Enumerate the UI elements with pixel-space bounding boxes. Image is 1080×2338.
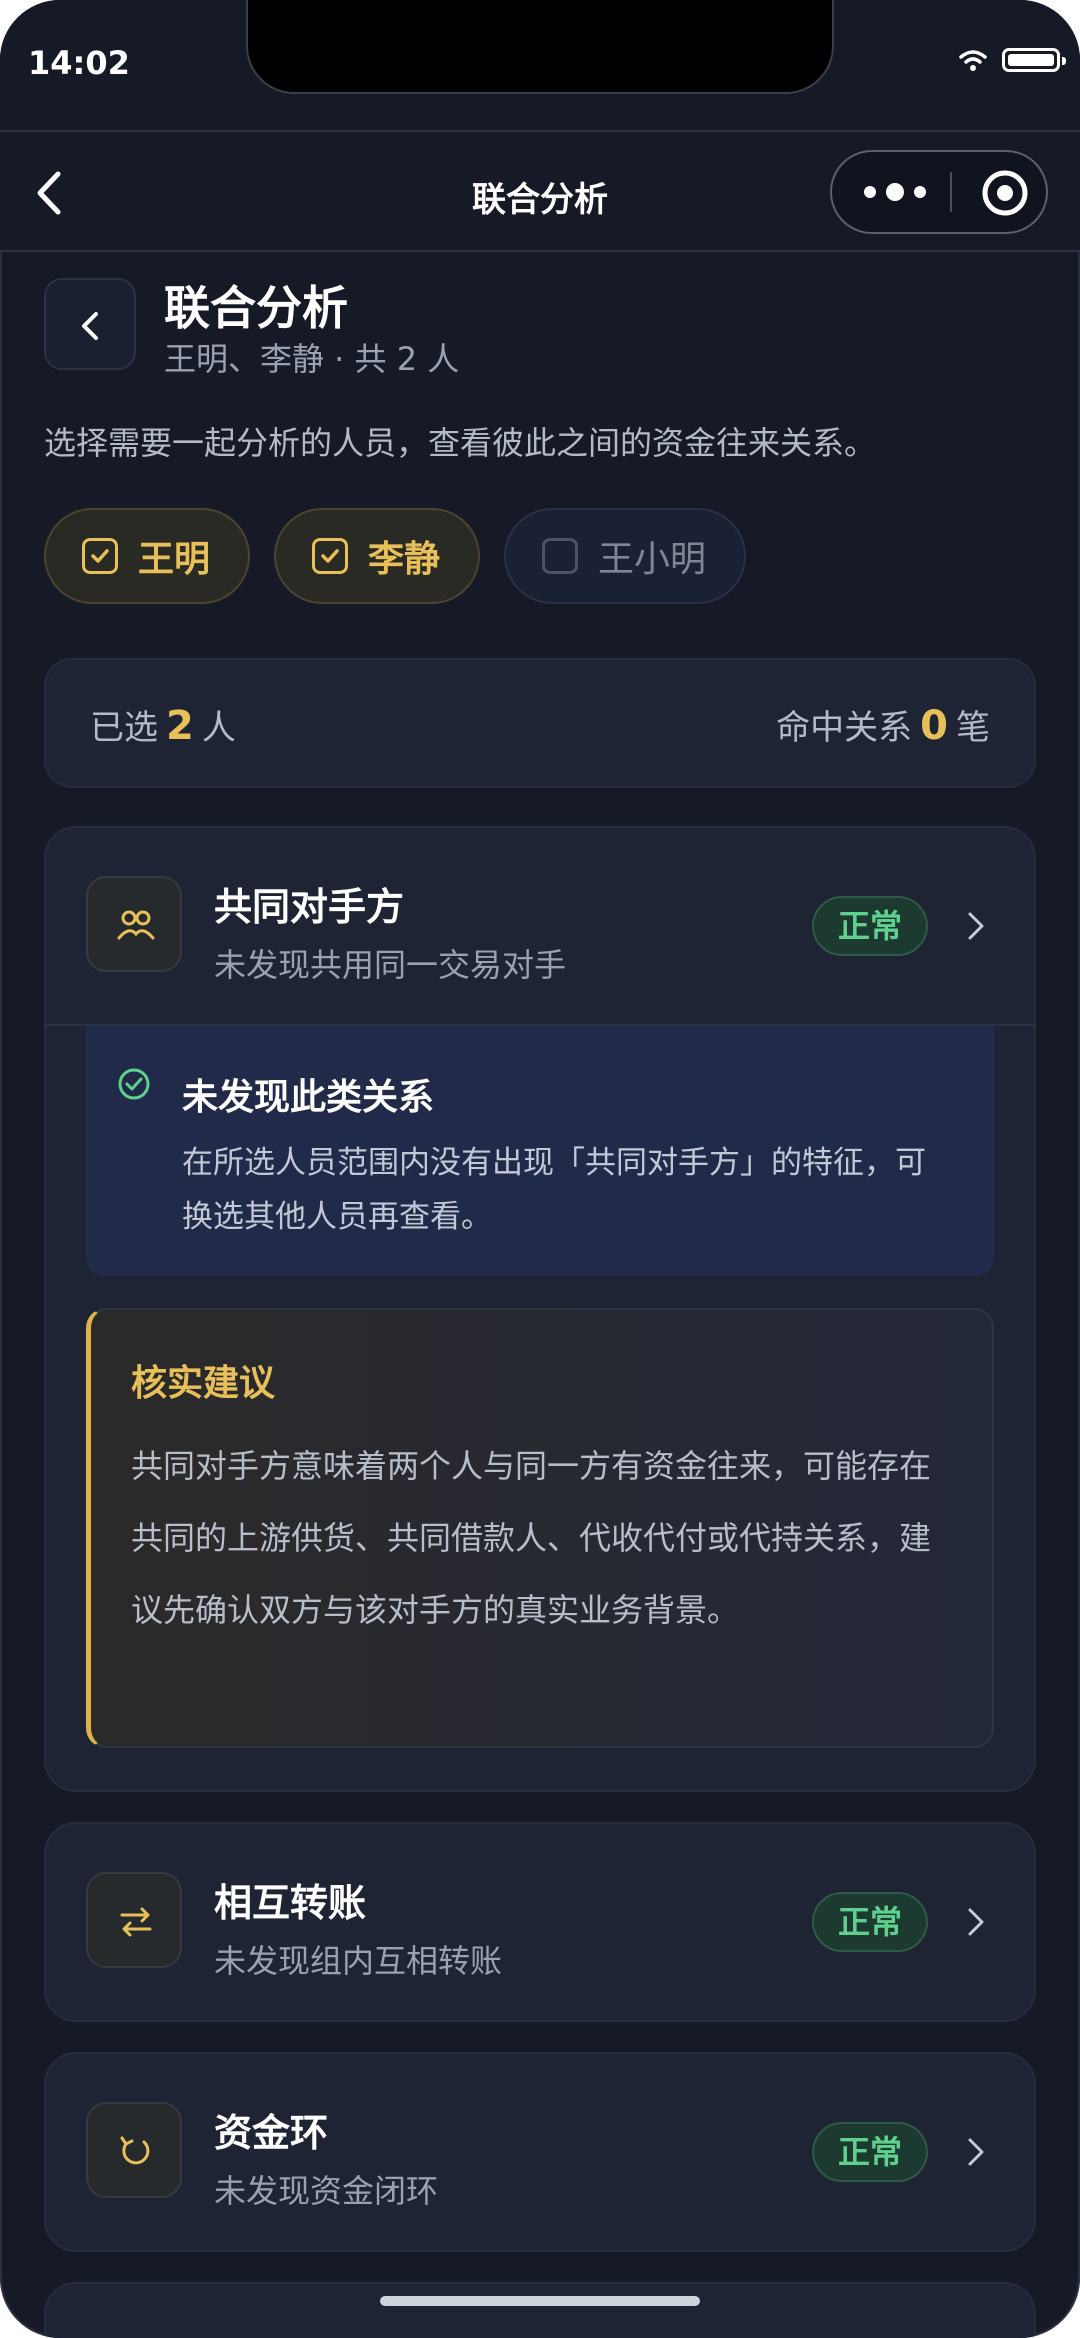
page-title: 联合分析	[164, 281, 348, 335]
analysis-card-partial[interactable]	[44, 2282, 1036, 2338]
close-miniprogram-icon[interactable]	[980, 168, 1030, 218]
card-title: 相互转账	[214, 1881, 367, 1925]
chevron-right-icon	[968, 2138, 984, 2166]
cycle-icon	[86, 2102, 182, 2198]
status-icons	[958, 48, 1066, 72]
card-subtitle: 未发现资金闭环	[214, 2172, 439, 2210]
transfer-icon	[86, 1872, 182, 1968]
page-description: 选择需要一起分析的人员，查看彼此之间的资金往来关系。	[44, 424, 877, 462]
advice-title: 核实建议	[131, 1363, 276, 1404]
analysis-card-mutual-transfer[interactable]: 相互转账 未发现组内互相转账 正常	[44, 1822, 1036, 2022]
check-circle-icon	[118, 1068, 150, 1100]
more-icon[interactable]	[860, 177, 930, 207]
people-icon	[86, 876, 182, 972]
mini-program-capsule	[830, 150, 1048, 234]
status-badge: 正常	[812, 2122, 928, 2182]
status-bar: 14:02	[0, 0, 1080, 130]
person-chip-label: 王明	[138, 539, 211, 580]
capsule-divider	[950, 172, 952, 212]
checkbox-checked-icon	[312, 538, 349, 574]
selected-count: 2	[166, 703, 194, 749]
hit-count: 0	[920, 703, 948, 749]
person-chip-list: 王明 李静 王小明	[44, 508, 747, 604]
verification-advice: 核实建议 共同对手方意味着两个人与同一方有资金往来，可能存在共同的上游供货、共同…	[86, 1308, 994, 1748]
chevron-right-icon	[968, 912, 984, 940]
person-chip[interactable]: 李静	[274, 508, 481, 604]
phone-screen: 14:02 联合分析 联合分析 王明、李静 · 共 2 人 选择需要一起分析的人…	[0, 0, 1080, 2338]
chevron-left-icon	[82, 312, 98, 340]
card-header[interactable]: 共同对手方 未发现共用同一交易对手 正常	[46, 828, 1034, 1024]
advice-text: 共同对手方意味着两个人与同一方有资金往来，可能存在共同的上游供货、共同借款人、代…	[131, 1447, 932, 1629]
hit-unit: 笔	[956, 708, 990, 748]
card-title: 共同对手方	[214, 885, 405, 929]
wifi-icon	[959, 50, 987, 71]
no-relation-text: 在所选人员范围内没有出现「共同对手方」的特征，可换选其他人员再查看。	[182, 1145, 926, 1235]
selection-summary: 已选 2 人 命中关系 0 笔	[44, 658, 1036, 788]
no-relation-title: 未发现此类关系	[182, 1077, 435, 1118]
page-subtitle: 王明、李静 · 共 2 人	[164, 340, 460, 378]
card-header[interactable]: 资金环 未发现资金闭环 正常	[46, 2054, 1034, 2250]
no-relation-notice: 未发现此类关系 在所选人员范围内没有出现「共同对手方」的特征，可换选其他人员再查…	[86, 1026, 994, 1276]
nav-bar: 联合分析	[0, 130, 1080, 252]
hit-count-text: 命中关系 0 笔	[776, 700, 990, 749]
card-header[interactable]: 相互转账 未发现组内互相转账 正常	[46, 1824, 1034, 2020]
notch	[248, 0, 832, 92]
chevron-right-icon	[968, 1908, 984, 1936]
battery-icon	[1002, 48, 1066, 72]
status-badge: 正常	[812, 896, 928, 956]
person-chip-label: 王小明	[598, 539, 707, 580]
status-badge: 正常	[812, 1892, 928, 1952]
selected-count-text: 已选 2 人	[90, 700, 236, 749]
checkbox-checked-icon	[82, 538, 118, 574]
card-subtitle: 未发现共用同一交易对手	[214, 946, 567, 984]
analysis-card-fund-cycle[interactable]: 资金环 未发现资金闭环 正常	[44, 2052, 1036, 2252]
hit-label: 命中关系	[776, 708, 913, 748]
card-title: 资金环	[214, 2111, 329, 2155]
page-back-button[interactable]	[44, 278, 136, 370]
person-chip-label: 李静	[368, 539, 441, 580]
selected-unit: 人	[201, 708, 236, 748]
home-indicator[interactable]	[380, 2296, 700, 2306]
card-subtitle: 未发现组内互相转账	[214, 1942, 503, 1980]
analysis-card-common-counterparty: 共同对手方 未发现共用同一交易对手 正常 未发现此类关系 在所选人员范围内没有出…	[44, 826, 1036, 1792]
selected-label: 已选	[90, 708, 158, 748]
person-chip[interactable]: 王明	[44, 508, 251, 604]
status-time: 14:02	[28, 44, 130, 82]
checkbox-unchecked-icon	[542, 538, 579, 574]
person-chip[interactable]: 王小明	[504, 508, 747, 604]
